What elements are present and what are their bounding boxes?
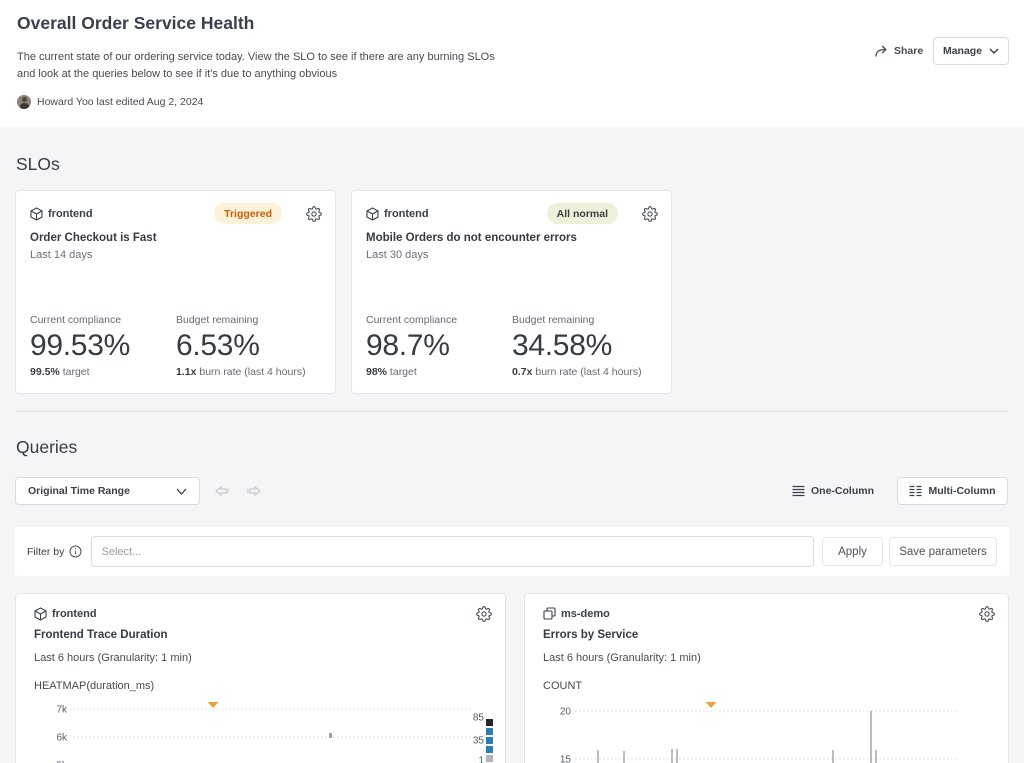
queries-heading: Queries: [16, 437, 77, 458]
slo-window: Last 30 days: [366, 249, 428, 261]
save-parameters-button[interactable]: Save parameters: [889, 537, 997, 566]
page-description: The current state of our ordering servic…: [17, 49, 495, 83]
package-icon: [34, 607, 47, 621]
slos-heading: SLOs: [16, 154, 60, 175]
compliance-value: 99.53%: [30, 328, 130, 364]
environment-tag: frontend: [366, 207, 429, 221]
query-window: Last 6 hours (Granularity: 1 min): [543, 652, 701, 664]
share-arrow-icon: [874, 44, 889, 58]
layers-icon: [543, 607, 556, 620]
environment-label: frontend: [384, 208, 429, 220]
burn-rate-note: 0.7x burn rate (last 4 hours): [512, 366, 642, 378]
time-range-value: Original Time Range: [28, 485, 130, 497]
environment-label: ms-demo: [561, 608, 610, 620]
slo-card[interactable]: frontend All normal Mobile Orders do not…: [351, 190, 672, 394]
avatar: [17, 95, 31, 109]
chevron-down-icon: [176, 488, 187, 495]
one-column-button[interactable]: One-Column: [792, 477, 874, 505]
chevron-down-icon: [989, 48, 999, 54]
filter-select-input[interactable]: Select...: [91, 536, 814, 567]
share-label: Share: [894, 45, 923, 57]
arrow-right-outline-icon[interactable]: [245, 482, 263, 500]
arrow-left-outline-icon[interactable]: [213, 482, 231, 500]
share-button[interactable]: Share: [874, 43, 923, 59]
page-description-line: and look at the queries below to see if …: [17, 66, 495, 83]
svg-text:20: 20: [560, 707, 572, 718]
budget-value: 34.58%: [512, 328, 642, 364]
stat-label: Budget remaining: [512, 314, 642, 326]
package-icon: [30, 207, 43, 221]
compliance-stat: Current compliance 99.53% 99.5% target: [30, 314, 130, 378]
query-card[interactable]: frontend Frontend Trace Duration Last 6 …: [15, 593, 506, 763]
target-note: 99.5% target: [30, 366, 130, 378]
manage-button[interactable]: Manage: [933, 37, 1009, 65]
filter-by-label: Filter by: [27, 527, 82, 576]
stat-label: Current compliance: [366, 314, 457, 326]
target-note: 98% target: [366, 366, 457, 378]
budget-value: 6.53%: [176, 328, 306, 364]
slo-card[interactable]: frontend Triggered Order Checkout is Fas…: [15, 190, 336, 394]
query-title: Errors by Service: [543, 629, 638, 641]
page-description-line: The current state of our ordering servic…: [17, 49, 495, 66]
stat-label: Current compliance: [30, 314, 130, 326]
environment-tag: ms-demo: [543, 607, 610, 620]
filter-placeholder: Select...: [102, 546, 142, 558]
environment-label: frontend: [48, 208, 93, 220]
manage-label: Manage: [943, 45, 982, 57]
section-divider: [16, 411, 1008, 412]
svg-text:35: 35: [473, 736, 485, 747]
status-badge: Triggered: [214, 203, 282, 224]
package-icon: [366, 207, 379, 221]
query-title: Frontend Trace Duration: [34, 629, 168, 641]
environment-tag: frontend: [30, 207, 93, 221]
compliance-value: 98.7%: [366, 328, 457, 364]
environment-label: frontend: [52, 608, 97, 620]
query-window: Last 6 hours (Granularity: 1 min): [34, 652, 192, 664]
svg-text:15: 15: [560, 755, 572, 763]
info-icon[interactable]: [69, 545, 82, 558]
slo-title: Mobile Orders do not encounter errors: [366, 232, 577, 244]
time-range-dropdown[interactable]: Original Time Range: [15, 477, 200, 505]
gear-icon[interactable]: [642, 206, 658, 222]
slo-title: Order Checkout is Fast: [30, 232, 157, 244]
page-header: Overall Order Service Health The current…: [0, 0, 1024, 127]
one-column-lines-icon: [792, 485, 805, 497]
multi-column-lines-icon: [909, 485, 922, 497]
budget-stat: Budget remaining 34.58% 0.7x burn rate (…: [512, 314, 642, 378]
multi-column-button[interactable]: Multi-Column: [897, 477, 1008, 505]
gear-icon[interactable]: [306, 206, 322, 222]
apply-button[interactable]: Apply: [822, 537, 883, 566]
byline: Howard Yoo last edited Aug 2, 2024: [17, 94, 203, 109]
query-metric: COUNT: [543, 680, 582, 692]
gear-icon[interactable]: [979, 606, 995, 622]
filter-bar: Filter by Select... Apply Save parameter…: [15, 527, 1009, 576]
svg-text:7k: 7k: [56, 705, 68, 716]
queries-controls: Original Time Range One-Column Multi-Col…: [0, 477, 1024, 505]
multi-column-label: Multi-Column: [928, 485, 995, 497]
burn-rate-note: 1.1x burn rate (last 4 hours): [176, 366, 306, 378]
environment-tag: frontend: [34, 607, 97, 621]
svg-text:6k: 6k: [56, 733, 68, 744]
page-title: Overall Order Service Health: [17, 13, 254, 34]
svg-text:85: 85: [473, 713, 485, 724]
svg-text:1: 1: [478, 756, 484, 763]
one-column-label: One-Column: [811, 485, 874, 497]
budget-stat: Budget remaining 6.53% 1.1x burn rate (l…: [176, 314, 306, 378]
compliance-stat: Current compliance 98.7% 98% target: [366, 314, 457, 378]
query-card[interactable]: ms-demo Errors by Service Last 6 hours (…: [524, 593, 1009, 763]
byline-text: Howard Yoo last edited Aug 2, 2024: [37, 96, 203, 108]
status-badge: All normal: [547, 203, 618, 224]
slo-window: Last 14 days: [30, 249, 92, 261]
stat-label: Budget remaining: [176, 314, 306, 326]
query-metric: HEATMAP(duration_ms): [34, 680, 154, 692]
gear-icon[interactable]: [476, 606, 492, 622]
